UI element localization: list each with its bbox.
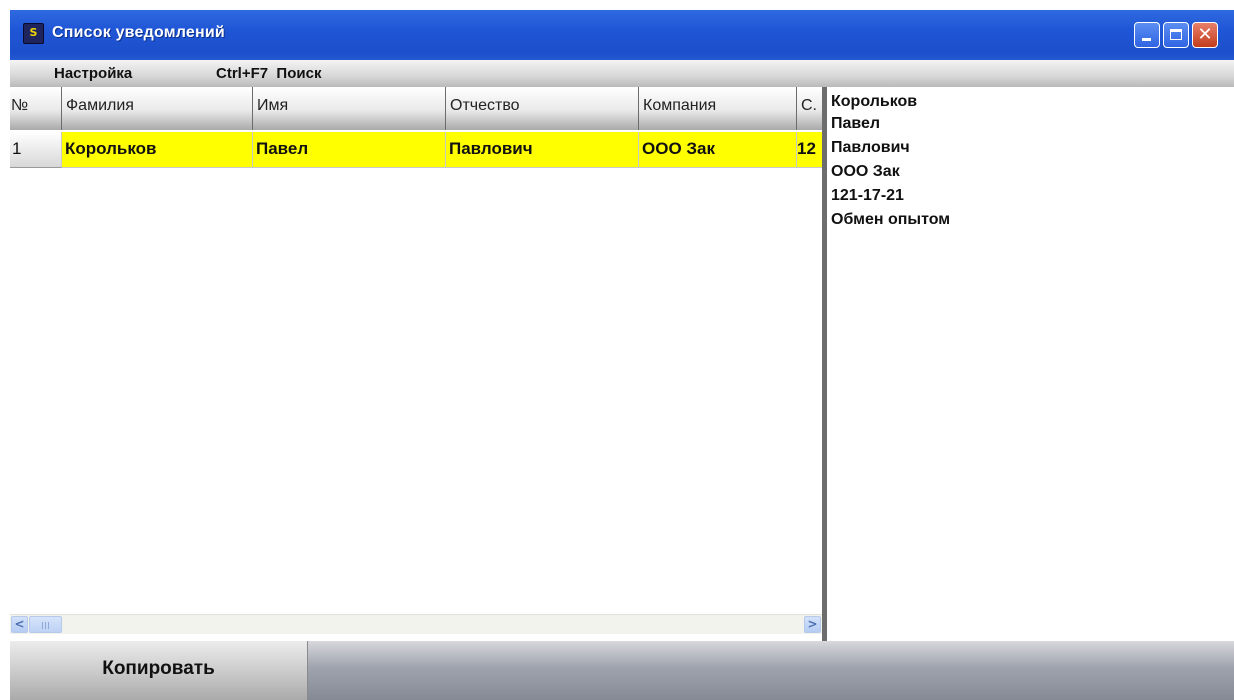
- cell-extra[interactable]: 12: [797, 132, 822, 168]
- title-bar[interactable]: S Список уведомлений ✕: [10, 10, 1234, 60]
- detail-patronymic: Павлович: [831, 139, 910, 156]
- detail-first-name: Павел: [831, 115, 881, 132]
- window-title: Список уведомлений: [52, 24, 225, 41]
- cell-last-name[interactable]: Корольков: [62, 132, 253, 168]
- detail-phone: 121-17-21: [831, 187, 904, 204]
- detail-last-name: Корольков: [831, 93, 918, 110]
- column-header-extra[interactable]: С.: [797, 87, 822, 130]
- cell-first-name[interactable]: Павел: [253, 132, 446, 168]
- cell-company[interactable]: ООО Зак: [639, 132, 797, 168]
- minimize-button[interactable]: [1134, 22, 1160, 48]
- column-header-first-name[interactable]: Имя: [253, 87, 446, 130]
- scroll-right-icon[interactable]: >: [804, 616, 821, 633]
- maximize-button[interactable]: [1163, 22, 1189, 48]
- notifications-window: S Список уведомлений ✕ Настройка Ctrl+F7…: [10, 10, 1234, 700]
- minimize-icon: [1142, 38, 1151, 41]
- copy-button[interactable]: Копировать: [10, 641, 308, 700]
- notifications-table: № Фамилия Имя Отчество Компания С. 1 Кор…: [10, 87, 827, 651]
- column-header-last-name[interactable]: Фамилия: [62, 87, 253, 130]
- maximize-icon: [1170, 29, 1182, 40]
- scroll-thumb[interactable]: [29, 616, 62, 633]
- column-header-patronymic[interactable]: Отчество: [446, 87, 639, 130]
- close-button[interactable]: ✕: [1192, 22, 1218, 48]
- details-pane: Корольков Павел Павлович ООО Зак 121-17-…: [827, 87, 1234, 651]
- close-icon: ✕: [1197, 24, 1213, 45]
- horizontal-scrollbar[interactable]: < >: [10, 614, 822, 634]
- column-header-number[interactable]: №: [10, 87, 62, 130]
- app-window-icon: S: [23, 23, 44, 44]
- detail-subject: Обмен опытом: [831, 211, 951, 228]
- detail-company: ООО Зак: [831, 163, 900, 180]
- menu-settings[interactable]: Настройка: [54, 65, 132, 82]
- cell-patronymic[interactable]: Павлович: [446, 132, 639, 168]
- scroll-left-icon[interactable]: <: [11, 616, 28, 633]
- menu-bar: Настройка Ctrl+F7 Поиск: [10, 60, 1234, 87]
- menu-search[interactable]: Ctrl+F7 Поиск: [216, 65, 321, 82]
- row-number-cell[interactable]: 1: [10, 132, 62, 168]
- column-header-company[interactable]: Компания: [639, 87, 797, 130]
- bottom-panel: Копировать: [10, 641, 1234, 700]
